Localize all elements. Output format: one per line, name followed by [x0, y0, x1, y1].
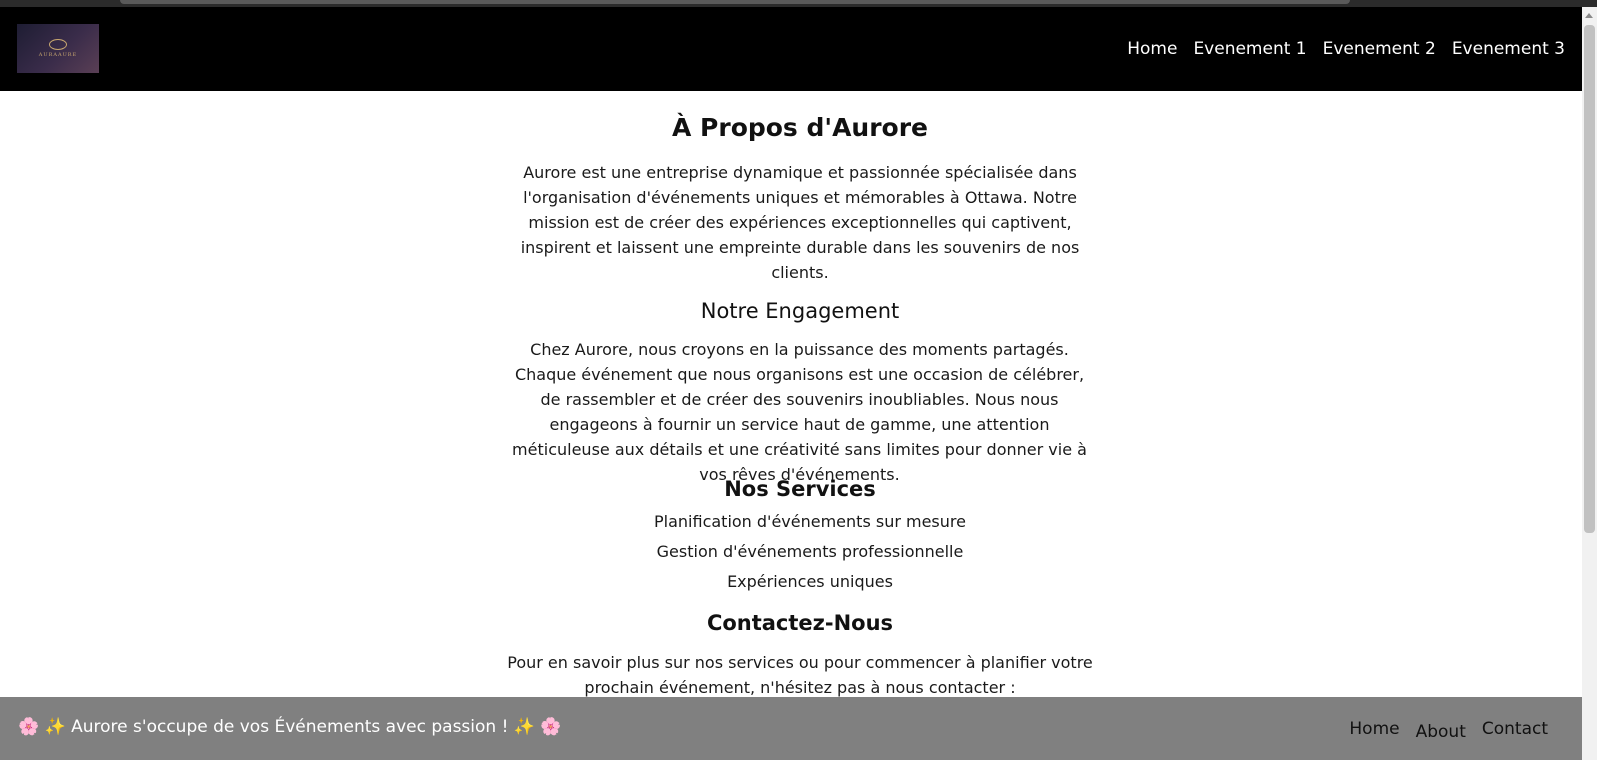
footer-link-about[interactable]: About: [1416, 722, 1466, 742]
scrollbar-thumb[interactable]: [1584, 25, 1595, 533]
browser-tab-bar: [120, 0, 1350, 4]
nav-link-evenement-2[interactable]: Evenement 2: [1323, 39, 1436, 59]
page-scrollbar[interactable]: [1582, 7, 1597, 760]
footer-links: Home About Contact: [1349, 697, 1548, 760]
about-section: À Propos d'Aurore Aurore est une entrepr…: [0, 91, 1582, 697]
scroll-up-arrow-icon[interactable]: [1585, 13, 1593, 18]
nav-links: Home Evenement 1 Evenement 2 Evenement 3: [1127, 7, 1565, 91]
page-title: À Propos d'Aurore: [671, 113, 929, 142]
services-heading: Nos Services: [724, 477, 876, 501]
services-list: Planification d'événements sur mesure Ge…: [0, 507, 1582, 597]
nav-link-home[interactable]: Home: [1127, 39, 1177, 59]
nav-link-evenement-1[interactable]: Evenement 1: [1193, 39, 1306, 59]
engagement-heading: Notre Engagement: [700, 299, 900, 323]
nav-link-evenement-3[interactable]: Evenement 3: [1452, 39, 1565, 59]
intro-paragraph: Aurore est une entreprise dynamique et p…: [520, 163, 1080, 282]
browser-top-strip: [0, 0, 1597, 7]
contact-heading: Contactez-Nous: [706, 611, 894, 635]
navbar: AURAAURE Home Evenement 1 Evenement 2 Ev…: [0, 7, 1582, 91]
brand-logo[interactable]: AURAAURE: [17, 24, 99, 73]
logo-mark-icon: [49, 39, 67, 50]
service-item: Gestion d'événements professionnelle: [656, 542, 964, 561]
engagement-paragraph: Chez Aurore, nous croyons en la puissanc…: [512, 340, 1087, 484]
footer: 🌸 ✨ Aurore s'occupe de vos Événements av…: [0, 697, 1582, 760]
contact-paragraph: Pour en savoir plus sur nos services ou …: [507, 653, 1093, 697]
logo-text: AURAAURE: [38, 52, 78, 58]
footer-link-contact[interactable]: Contact: [1482, 719, 1548, 739]
footer-tagline: 🌸 ✨ Aurore s'occupe de vos Événements av…: [18, 717, 562, 737]
service-item: Planification d'événements sur mesure: [654, 512, 966, 531]
service-item: Expériences uniques: [727, 572, 893, 591]
footer-link-home[interactable]: Home: [1349, 719, 1399, 739]
